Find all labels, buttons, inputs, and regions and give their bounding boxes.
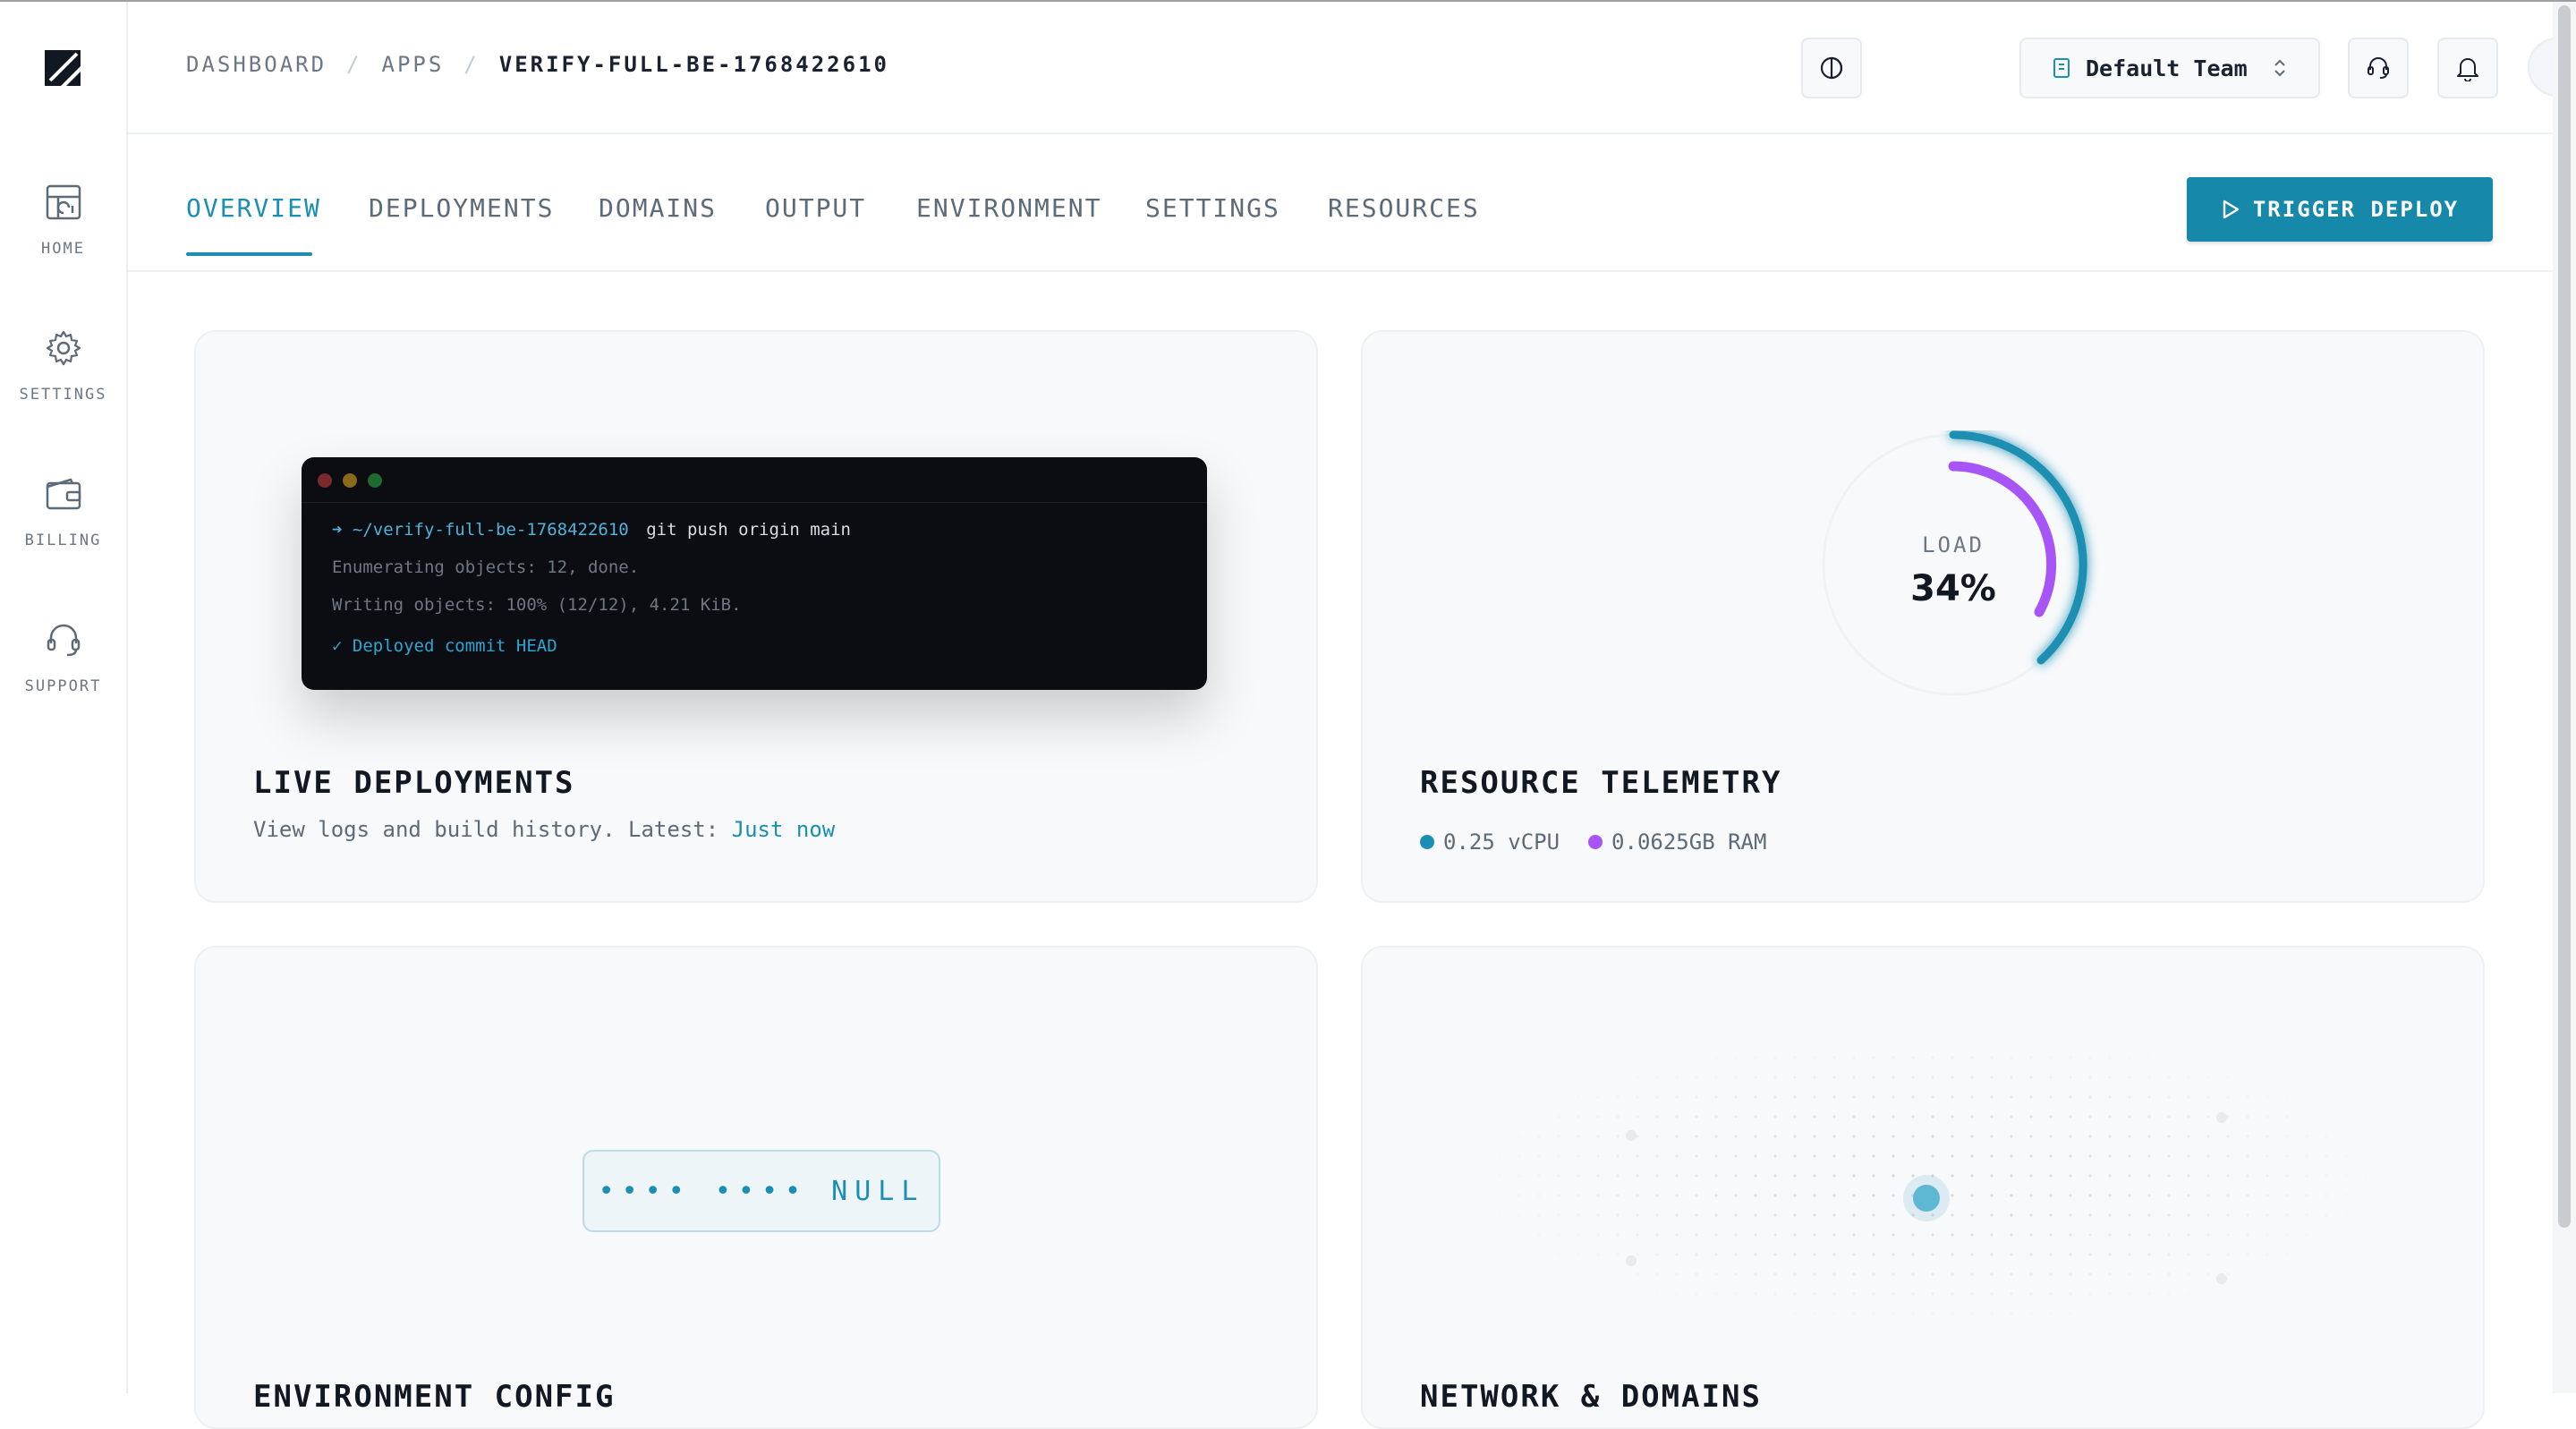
tab-environment[interactable]: ENVIRONMENT (916, 193, 1101, 223)
card-title: RESOURCE TELEMETRY (1420, 765, 1782, 801)
resource-telemetry-card[interactable]: LOAD 34% RESOURCE TELEMETRY 0.25 vCPU 0.… (1361, 330, 2485, 903)
latest-deploy-link[interactable]: Just now (732, 817, 836, 842)
breadcrumb-current-app: VERIFY-FULL-BE-1768422610 (498, 52, 889, 77)
active-tab-indicator (186, 252, 312, 256)
tab-deployments[interactable]: DEPLOYMENTS (369, 193, 554, 223)
terminal-titlebar (302, 457, 1207, 503)
app-logo[interactable] (41, 47, 84, 89)
terminal-output-line: Enumerating objects: 12, done. (332, 557, 640, 577)
scrollbar-thumb[interactable] (2558, 5, 2571, 1228)
building-icon (2053, 58, 2070, 78)
trigger-deploy-label: TRIGGER DEPLOY (2252, 197, 2460, 222)
sidebar-item-label: SUPPORT (24, 677, 102, 695)
load-label: LOAD (1922, 532, 1985, 557)
sidebar: HOME SETTINGS BILLING SUPPORT (0, 2, 128, 1393)
headset-icon (47, 624, 80, 657)
terminal-output-line: Writing objects: 100% (12/12), 4.21 KiB. (332, 595, 742, 615)
chevron-up-down-icon (2274, 59, 2285, 77)
load-value: 34% (1910, 568, 1996, 609)
masked-secret-value: •••• •••• NULL (582, 1150, 940, 1232)
team-name: Default Team (2086, 55, 2248, 81)
terminal-command: git push origin main (646, 520, 851, 540)
breadcrumb-dashboard[interactable]: DASHBOARD (186, 52, 327, 77)
tab-output[interactable]: OUTPUT (765, 193, 866, 223)
live-deployments-card[interactable]: ➜ ~/verify-full-be-1768422610 git push o… (194, 330, 1318, 903)
support-button[interactable] (2348, 38, 2409, 98)
network-domains-card[interactable]: NETWORK & DOMAINS (1361, 946, 2485, 1429)
sidebar-item-settings[interactable]: SETTINGS (0, 328, 126, 404)
home-icon (46, 184, 81, 220)
notifications-button[interactable] (2437, 38, 2498, 98)
sidebar-item-label: HOME (41, 240, 85, 258)
sidebar-item-home[interactable]: HOME (0, 183, 126, 258)
wallet-icon (46, 478, 81, 510)
headset-icon (2368, 57, 2389, 79)
card-title: NETWORK & DOMAINS (1420, 1379, 1762, 1415)
telemetry-legend: 0.25 vCPU 0.0625GB RAM (1420, 829, 1766, 855)
window-close-dot (318, 473, 332, 488)
card-title: LIVE DEPLOYMENTS (253, 765, 575, 801)
card-subtitle-text: View logs and build history. Latest: (253, 817, 719, 842)
terminal-preview: ➜ ~/verify-full-be-1768422610 git push o… (302, 457, 1207, 690)
breadcrumb: DASHBOARD / APPS / VERIFY-FULL-BE-1768422610 (186, 52, 889, 77)
sidebar-item-label: SETTINGS (19, 386, 107, 404)
theme-icon (1820, 56, 1843, 80)
tab-domains[interactable]: DOMAINS (599, 193, 717, 223)
terminal-success-line: ✓ Deployed commit HEAD (332, 636, 557, 656)
bell-icon (2457, 58, 2478, 81)
play-icon (2223, 200, 2240, 219)
team-switcher[interactable]: Default Team (2019, 38, 2320, 98)
load-gauge (1822, 430, 2087, 696)
terminal-prompt: ➜ ~/verify-full-be-1768422610 (332, 520, 629, 540)
network-node (1913, 1185, 1940, 1212)
tab-resources[interactable]: RESOURCES (1328, 193, 1480, 223)
cpu-value: 0.25 vCPU (1443, 829, 1560, 855)
gear-icon (46, 330, 81, 366)
sidebar-item-label: BILLING (24, 532, 102, 549)
window-minimize-dot (343, 473, 357, 488)
theme-toggle-button[interactable] (1801, 38, 1862, 98)
breadcrumb-apps[interactable]: APPS (382, 52, 445, 77)
network-dot-grid (1470, 1028, 2383, 1332)
top-header: DASHBOARD / APPS / VERIFY-FULL-BE-1768422610… (128, 2, 2576, 134)
ram-value: 0.0625GB RAM (1611, 829, 1767, 855)
cpu-dot (1420, 835, 1434, 849)
page-scrollbar[interactable] (2553, 2, 2576, 1393)
card-title: ENVIRONMENT CONFIG (253, 1379, 616, 1415)
environment-config-card[interactable]: •••• •••• NULL ENVIRONMENT CONFIG (194, 946, 1318, 1429)
breadcrumb-separator: / (346, 52, 362, 77)
sidebar-item-billing[interactable]: BILLING (0, 474, 126, 549)
tab-bar: OVERVIEW DEPLOYMENTS DOMAINS OUTPUT ENVI… (128, 134, 2553, 272)
trigger-deploy-button[interactable]: TRIGGER DEPLOY (2187, 177, 2493, 242)
tab-settings[interactable]: SETTINGS (1145, 193, 1280, 223)
logo-icon (45, 50, 81, 86)
card-subtitle: View logs and build history. Latest: Jus… (253, 817, 835, 842)
terminal-command-line: ➜ ~/verify-full-be-1768422610 git push o… (332, 520, 851, 540)
sidebar-item-support[interactable]: SUPPORT (0, 620, 126, 695)
breadcrumb-separator: / (463, 52, 480, 77)
tab-overview[interactable]: OVERVIEW (186, 193, 321, 223)
ram-dot (1588, 835, 1603, 849)
window-maximize-dot (368, 473, 382, 488)
